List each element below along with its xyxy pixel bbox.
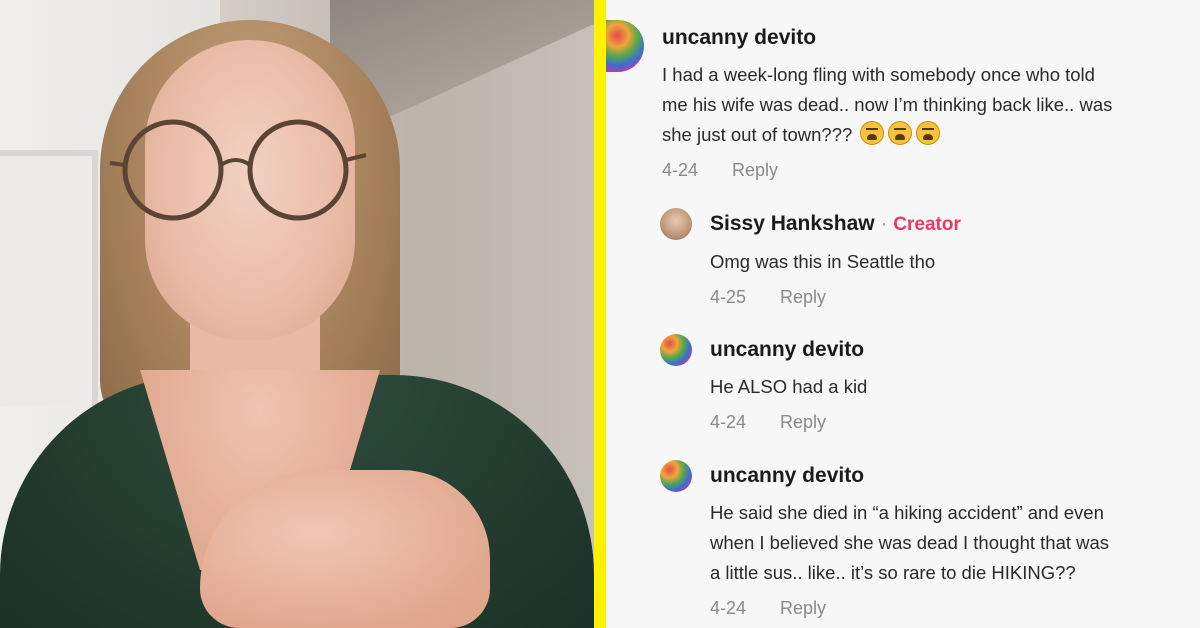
comment-username[interactable]: uncanny devito (662, 26, 816, 50)
avatar[interactable] (660, 334, 692, 366)
comment-reply: Sissy Hankshaw · Creator Omg was this in… (606, 200, 1200, 320)
avatar[interactable] (660, 208, 692, 240)
weary-face-emoji-icon (916, 121, 941, 145)
comment-text-line: me his wife was dead.. now I’m thinking … (662, 94, 1113, 115)
yellow-divider (594, 0, 606, 628)
reply-button[interactable]: Reply (780, 287, 826, 308)
comment-text-segment: she just out of town??? (662, 124, 853, 145)
avatar[interactable] (606, 20, 644, 72)
comment-text-line: I had a week-long fling with somebody on… (662, 64, 1095, 85)
comment-text-line: He ALSO had a kid (710, 376, 868, 397)
comment-text-line: Omg was this in Seattle tho (710, 251, 936, 272)
comment-username[interactable]: uncanny devito (710, 338, 864, 362)
comment-thread: uncanny devito I had a week-long fling w… (606, 0, 1200, 628)
separator-dot: · (880, 212, 888, 235)
comment-reply: uncanny devito He said she died in “a hi… (606, 452, 1200, 628)
door (0, 150, 98, 406)
comment-username[interactable]: Sissy Hankshaw · Creator (710, 212, 961, 236)
creator-badge: Creator (893, 214, 961, 235)
video-frame (0, 0, 594, 628)
comment-reply: uncanny devito He ALSO had a kid 4-24 Re… (606, 326, 1200, 446)
comment-text-line: a little sus.. like.. it’s so rare to di… (710, 562, 1076, 583)
comment-text-line: He said she died in “a hiking accident” … (710, 502, 1104, 523)
glasses-icon (109, 119, 367, 221)
comment-text-line: when I believed she was dead I thought t… (710, 532, 1110, 553)
reply-button[interactable]: Reply (732, 160, 778, 181)
comment-date: 4-25 (710, 287, 747, 307)
reply-button[interactable]: Reply (780, 598, 826, 619)
comment: uncanny devito I had a week-long fling w… (606, 0, 1200, 200)
weary-face-emoji-icon (860, 121, 885, 145)
reply-button[interactable]: Reply (780, 412, 826, 433)
comment-username[interactable]: uncanny devito (710, 464, 864, 488)
comment-text-line: she just out of town??? (662, 120, 941, 150)
weary-face-emoji-icon (888, 121, 913, 145)
comment-date: 4-24 (710, 598, 747, 618)
avatar[interactable] (660, 460, 692, 492)
comment-date: 4-24 (662, 160, 699, 180)
username-text[interactable]: Sissy Hankshaw (710, 212, 875, 235)
comment-date: 4-24 (710, 412, 747, 432)
